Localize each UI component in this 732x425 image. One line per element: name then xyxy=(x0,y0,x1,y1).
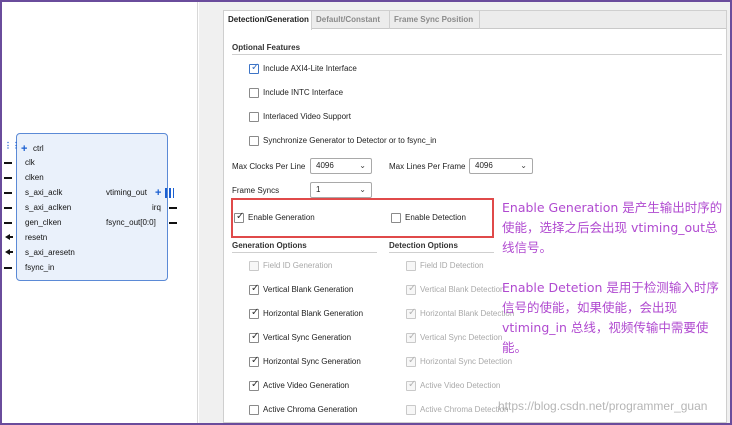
port-pin xyxy=(4,222,12,224)
optional-features-title: Optional Features xyxy=(232,43,301,52)
checkbox-box[interactable] xyxy=(249,136,259,146)
divider xyxy=(232,252,377,253)
chevron-down-icon: ⌄ xyxy=(520,161,527,170)
watermark: https://blog.csdn.net/programmer_guan xyxy=(498,399,708,413)
annotation-line: Enable Generation 是产生输出时序的 xyxy=(502,200,723,215)
annotation-generation: Enable Generation 是产生输出时序的 使能，选择之后会出现 vt… xyxy=(502,198,722,258)
annotation-line: Enable Detetion 是用于检测输入时序 xyxy=(502,280,719,295)
checkbox-box[interactable] xyxy=(249,379,259,391)
checkbox-label: Interlaced Video Support xyxy=(263,112,351,121)
checkbox-box xyxy=(406,405,416,415)
max-clocks-select[interactable]: 4096 ⌄ xyxy=(310,158,372,174)
port-s-axi-aresetn[interactable]: s_axi_aresetn xyxy=(25,248,75,257)
tab-default-constant[interactable]: Default/Constant xyxy=(312,11,390,29)
chevron-down-icon: ⌄ xyxy=(359,161,366,170)
annotation-detection: Enable Detetion 是用于检测输入时序 信号的使能，如果使能，会出现… xyxy=(502,278,719,358)
expand-plus-icon[interactable]: + xyxy=(21,144,27,155)
port-vtiming-out[interactable]: vtiming_out xyxy=(106,188,147,197)
port-pin xyxy=(10,251,13,253)
checkbox-box xyxy=(406,355,416,367)
port-pin xyxy=(4,207,12,209)
checkbox-label: Field ID Detection xyxy=(420,261,484,270)
checkbox-label: Vertical Sync Detection xyxy=(420,333,503,342)
checkbox-label: Active Video Detection xyxy=(420,381,501,390)
expand-dots-icon: ⋮⋮ xyxy=(4,141,20,150)
tab-detection-generation[interactable]: Detection/Generation xyxy=(224,11,312,30)
checkbox-box xyxy=(406,261,416,271)
frame-syncs-select[interactable]: 1 ⌄ xyxy=(310,182,372,198)
checkbox-box xyxy=(406,379,416,391)
checkbox-box xyxy=(406,307,416,319)
annotation-line: vtiming_in 总线，视频传输中需要使 xyxy=(502,320,709,335)
checkbox-box[interactable] xyxy=(249,112,259,122)
checkbox-box[interactable] xyxy=(249,307,259,319)
port-s-axi-aclk[interactable]: s_axi_aclk xyxy=(25,188,62,197)
checkbox-box xyxy=(406,283,416,295)
checkbox-label: Horizontal Blank Detection xyxy=(420,309,515,318)
checkbox-box[interactable] xyxy=(249,283,259,295)
port-pin xyxy=(4,192,12,194)
checkbox-box[interactable] xyxy=(249,355,259,367)
detection-options-title: Detection Options xyxy=(389,241,458,250)
port-irq[interactable]: irq xyxy=(152,203,161,212)
port-clken[interactable]: clken xyxy=(25,173,44,182)
tab-bar: Detection/Generation Default/Constant Fr… xyxy=(224,11,726,30)
port-pin xyxy=(169,207,177,209)
frame-syncs-label: Frame Syncs xyxy=(232,186,280,195)
port-pin xyxy=(4,177,12,179)
port-clk[interactable]: clk xyxy=(25,158,35,167)
tab-frame-sync-position[interactable]: Frame Sync Position xyxy=(390,11,480,29)
checkbox-box[interactable] xyxy=(249,88,259,98)
annotation-line: 使能，选择之后会出现 vtiming_out总 xyxy=(502,220,718,235)
checkbox-box xyxy=(249,261,259,271)
bus-interface-icon xyxy=(165,188,174,198)
checkbox-label: Vertical Sync Generation xyxy=(263,333,352,342)
select-value: 4096 xyxy=(316,161,334,170)
checkbox-label: Field ID Generation xyxy=(263,261,333,270)
checkbox-label: Active Video Generation xyxy=(263,381,350,390)
checkbox-label: Include AXI4-Lite Interface xyxy=(263,64,357,73)
checkbox-label: Active Chroma Detection xyxy=(420,405,509,414)
port-pin xyxy=(4,267,12,269)
max-lines-select[interactable]: 4096 ⌄ xyxy=(469,158,533,174)
annotation-line: 线信号。 xyxy=(502,240,553,255)
checkbox-label: Horizontal Sync Detection xyxy=(420,357,513,366)
checkbox-label: Horizontal Sync Generation xyxy=(263,357,361,366)
screenshot-frame: ⋮⋮ + ctrl clk clken s_axi_aclk s_axi_acl… xyxy=(0,0,732,425)
port-fsync-in[interactable]: fsync_in xyxy=(25,263,54,272)
chevron-down-icon: ⌄ xyxy=(359,185,366,194)
port-pin xyxy=(10,236,13,238)
generation-options-title: Generation Options xyxy=(232,241,307,250)
divider xyxy=(232,54,722,55)
vtc-ip-block[interactable]: ⋮⋮ + ctrl clk clken s_axi_aclk s_axi_acl… xyxy=(4,133,177,281)
block-diagram-canvas[interactable]: ⋮⋮ + ctrl clk clken s_axi_aclk s_axi_acl… xyxy=(2,2,198,423)
checkbox-box[interactable] xyxy=(249,405,259,415)
port-gen-clken[interactable]: gen_clken xyxy=(25,218,61,227)
annotation-line: 能。 xyxy=(502,340,528,355)
port-fsync-out[interactable]: fsync_out[0:0] xyxy=(106,218,156,227)
checkbox-label: Vertical Blank Generation xyxy=(263,285,354,294)
max-clocks-label: Max Clocks Per Line xyxy=(232,162,306,171)
checkbox-label: Synchronize Generator to Detector or to … xyxy=(263,136,437,145)
select-value: 4096 xyxy=(475,161,493,170)
port-pin xyxy=(169,222,177,224)
checkbox-box xyxy=(406,331,416,343)
expand-plus-icon[interactable]: + xyxy=(155,188,161,199)
divider xyxy=(389,252,494,253)
port-ctrl[interactable]: ctrl xyxy=(33,144,44,153)
port-pin xyxy=(4,162,12,164)
max-lines-label: Max Lines Per Frame xyxy=(389,162,466,171)
annotation-line: 信号的使能，如果使能，会出现 xyxy=(502,300,678,315)
port-s-axi-aclken[interactable]: s_axi_aclken xyxy=(25,203,71,212)
checkbox-label: Horizontal Blank Generation xyxy=(263,309,364,318)
checkbox-box[interactable] xyxy=(249,331,259,343)
checkbox-box[interactable] xyxy=(249,62,259,74)
checkbox-label: Active Chroma Generation xyxy=(263,405,358,414)
select-value: 1 xyxy=(316,185,321,194)
checkbox-label: Vertical Blank Detection xyxy=(420,285,505,294)
checkbox-label: Include INTC Interface xyxy=(263,88,344,97)
port-resetn[interactable]: resetn xyxy=(25,233,47,242)
highlight-box xyxy=(231,198,494,238)
